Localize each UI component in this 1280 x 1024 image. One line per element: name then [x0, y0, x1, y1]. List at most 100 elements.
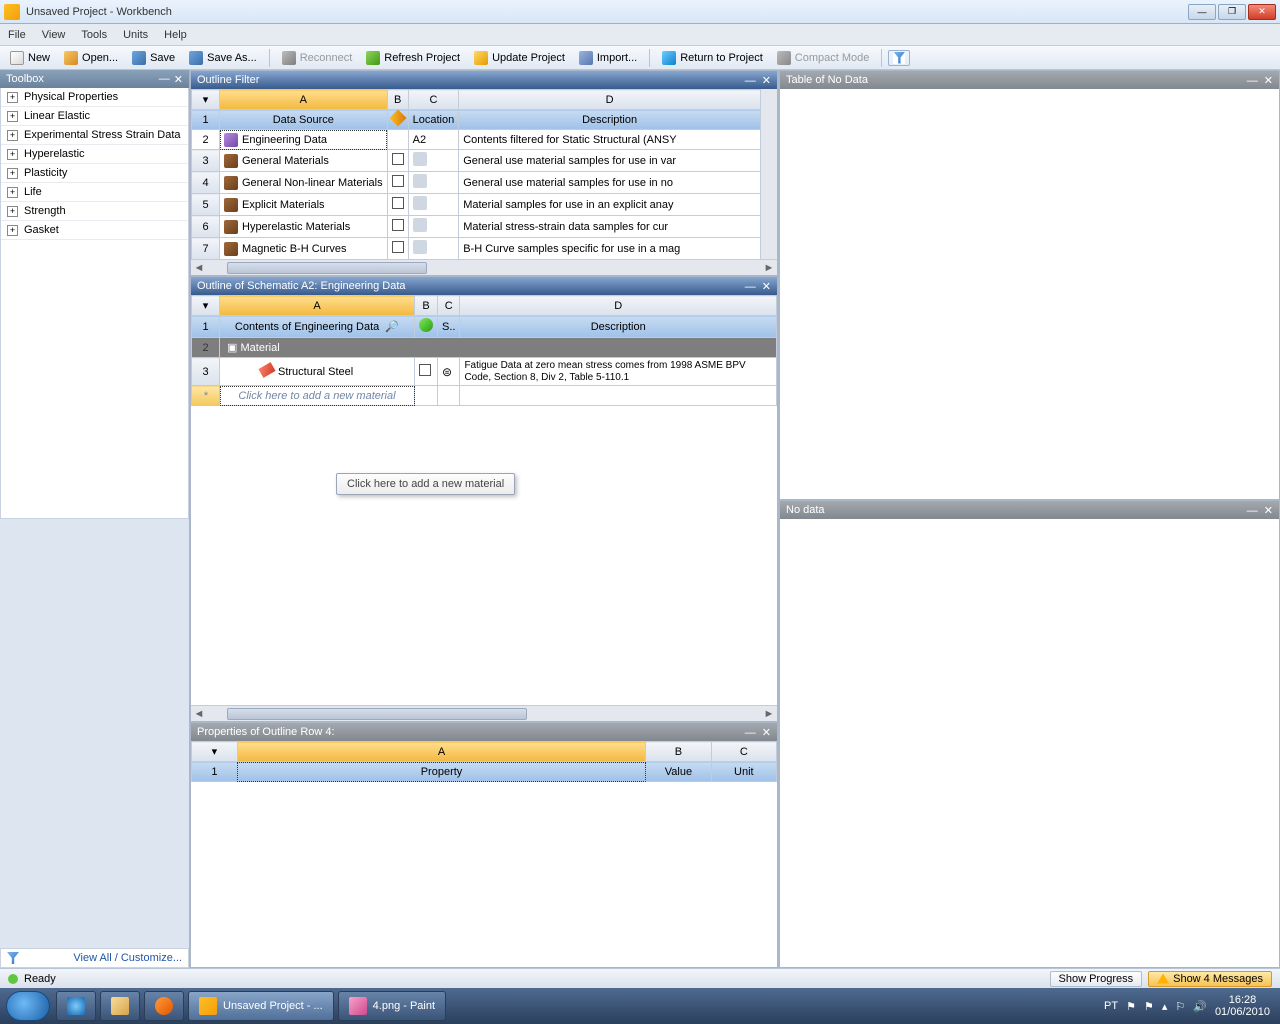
update-button[interactable]: Update Project: [468, 49, 571, 67]
import-button[interactable]: Import...: [573, 49, 643, 67]
outline-filter-table[interactable]: ▾ A B C D 1 Data Source Location Descrip…: [191, 89, 761, 259]
taskbar-ie[interactable]: [56, 991, 96, 1021]
tray-icon[interactable]: ▴: [1162, 1000, 1168, 1013]
properties-title: Properties of Outline Row 4:: [197, 726, 335, 738]
toolbox-item-strength[interactable]: +Strength: [1, 202, 188, 221]
checkbox[interactable]: [392, 197, 404, 209]
system-tray[interactable]: PT ⚑ ⚑ ▴ ⚐ 🔊 16:2801/06/2010: [1094, 994, 1280, 1018]
save-icon: [132, 51, 146, 65]
toolbox-item-physical-properties[interactable]: +Physical Properties: [1, 88, 188, 107]
workbench-icon: [199, 997, 217, 1015]
filter-icon: [7, 952, 19, 964]
toolbox-panel: Toolbox — ✕ +Physical Properties +Linear …: [0, 70, 190, 968]
link-icon[interactable]: [413, 152, 427, 166]
panel-minimize[interactable]: —: [745, 75, 756, 87]
checkbox[interactable]: [392, 241, 404, 253]
outline-filter-title: Outline Filter: [197, 74, 259, 86]
panel-close[interactable]: ✕: [762, 727, 771, 739]
book-icon: [224, 154, 238, 168]
taskbar-paint[interactable]: 4.png - Paint: [338, 991, 446, 1021]
filter-icon: [893, 52, 905, 64]
scrollbar-horizontal[interactable]: ◄►: [191, 259, 777, 275]
panel-minimize[interactable]: —: [745, 281, 756, 293]
show-progress-button[interactable]: Show Progress: [1050, 971, 1143, 987]
checkbox[interactable]: [392, 153, 404, 165]
saveas-icon: [189, 51, 203, 65]
checkbox[interactable]: [392, 175, 404, 187]
menu-units[interactable]: Units: [123, 29, 148, 41]
toolbox-item-life[interactable]: +Life: [1, 183, 188, 202]
panel-close[interactable]: ✕: [762, 281, 771, 293]
save-button[interactable]: Save: [126, 49, 181, 67]
language-indicator[interactable]: PT: [1104, 1000, 1118, 1012]
tray-icon[interactable]: ⚑: [1126, 1000, 1136, 1013]
schematic-table[interactable]: ▾ A B C D 1 Contents of Engineering Data…: [191, 295, 777, 406]
refresh-button[interactable]: Refresh Project: [360, 49, 466, 67]
tray-icon[interactable]: ⚐: [1175, 1000, 1185, 1013]
toolbox-item-experimental-stress[interactable]: +Experimental Stress Strain Data: [1, 126, 188, 145]
new-button[interactable]: New: [4, 49, 56, 67]
add-material-row[interactable]: Click here to add a new material: [220, 386, 415, 406]
table-menu[interactable]: ▾: [192, 742, 238, 762]
return-button[interactable]: Return to Project: [656, 49, 769, 67]
close-button[interactable]: ✕: [1248, 4, 1276, 20]
link-icon[interactable]: [413, 218, 427, 232]
table-menu[interactable]: ▾: [192, 90, 220, 110]
saveas-button[interactable]: Save As...: [183, 49, 263, 67]
panel-minimize[interactable]: —: [1247, 505, 1258, 517]
expand-icon: +: [7, 187, 18, 198]
link-icon[interactable]: [413, 240, 427, 254]
outline-filter-panel: Outline Filter — ✕ ▾ A B C D 1 Data Sourc…: [190, 70, 778, 276]
pencil-icon: [389, 110, 406, 127]
panel-minimize[interactable]: —: [1247, 75, 1258, 87]
toolbox-item-linear-elastic[interactable]: +Linear Elastic: [1, 107, 188, 126]
expand-icon: +: [7, 225, 18, 236]
toolbox-footer[interactable]: View All / Customize...: [0, 948, 189, 968]
checkbox[interactable]: [392, 219, 404, 231]
clock[interactable]: 16:2801/06/2010: [1215, 994, 1270, 1018]
panel-minimize[interactable]: —: [745, 727, 756, 739]
status-bar: Ready Show Progress Show 4 Messages: [0, 968, 1280, 988]
warning-icon: [1157, 974, 1169, 984]
start-button[interactable]: [6, 991, 50, 1021]
panel-close[interactable]: ✕: [762, 75, 771, 87]
menu-file[interactable]: File: [8, 29, 26, 41]
panel-close[interactable]: ✕: [1264, 75, 1273, 87]
book-icon: [224, 198, 238, 212]
link-icon[interactable]: [413, 196, 427, 210]
toolbox-item-gasket[interactable]: +Gasket: [1, 221, 188, 240]
toolbox-minimize[interactable]: —: [159, 73, 170, 86]
checkbox[interactable]: [419, 364, 431, 376]
toolbox-title: Toolbox: [6, 73, 44, 85]
menu-tools[interactable]: Tools: [81, 29, 107, 41]
maximize-button[interactable]: ❐: [1218, 4, 1246, 20]
taskbar-explorer[interactable]: [100, 991, 140, 1021]
table-of-no-data-panel: Table of No Data —✕: [779, 70, 1280, 500]
table-menu[interactable]: ▾: [192, 296, 220, 316]
tray-icon[interactable]: ⚑: [1144, 1000, 1154, 1013]
menu-help[interactable]: Help: [164, 29, 187, 41]
link-icon[interactable]: [413, 174, 427, 188]
scrollbar-horizontal[interactable]: ◄►: [191, 705, 777, 721]
properties-table[interactable]: ▾ A B C 1 Property Value Unit: [191, 741, 777, 782]
open-button[interactable]: Open...: [58, 49, 124, 67]
minimize-button[interactable]: —: [1188, 4, 1216, 20]
book-icon: [224, 242, 238, 256]
toolbox-close[interactable]: ✕: [174, 73, 183, 86]
properties-panel: Properties of Outline Row 4: — ✕ ▾ A B C …: [190, 722, 778, 968]
show-messages-button[interactable]: Show 4 Messages: [1148, 971, 1272, 987]
filter-toggle[interactable]: [888, 50, 910, 66]
reconnect-button[interactable]: Reconnect: [276, 49, 359, 67]
material-icon: [258, 362, 275, 378]
schematic-title: Outline of Schematic A2: Engineering Dat…: [197, 280, 406, 292]
panel-close[interactable]: ✕: [1264, 505, 1273, 517]
scrollbar-vertical[interactable]: [761, 89, 777, 259]
toolbox-item-hyperelastic[interactable]: +Hyperelastic: [1, 145, 188, 164]
toolbox-item-plasticity[interactable]: +Plasticity: [1, 164, 188, 183]
tray-volume-icon[interactable]: 🔊: [1193, 1000, 1207, 1013]
taskbar-media[interactable]: [144, 991, 184, 1021]
fx-icon: [419, 318, 433, 332]
compact-button[interactable]: Compact Mode: [771, 49, 876, 67]
menu-view[interactable]: View: [42, 29, 66, 41]
taskbar-workbench[interactable]: Unsaved Project - ...: [188, 991, 334, 1021]
